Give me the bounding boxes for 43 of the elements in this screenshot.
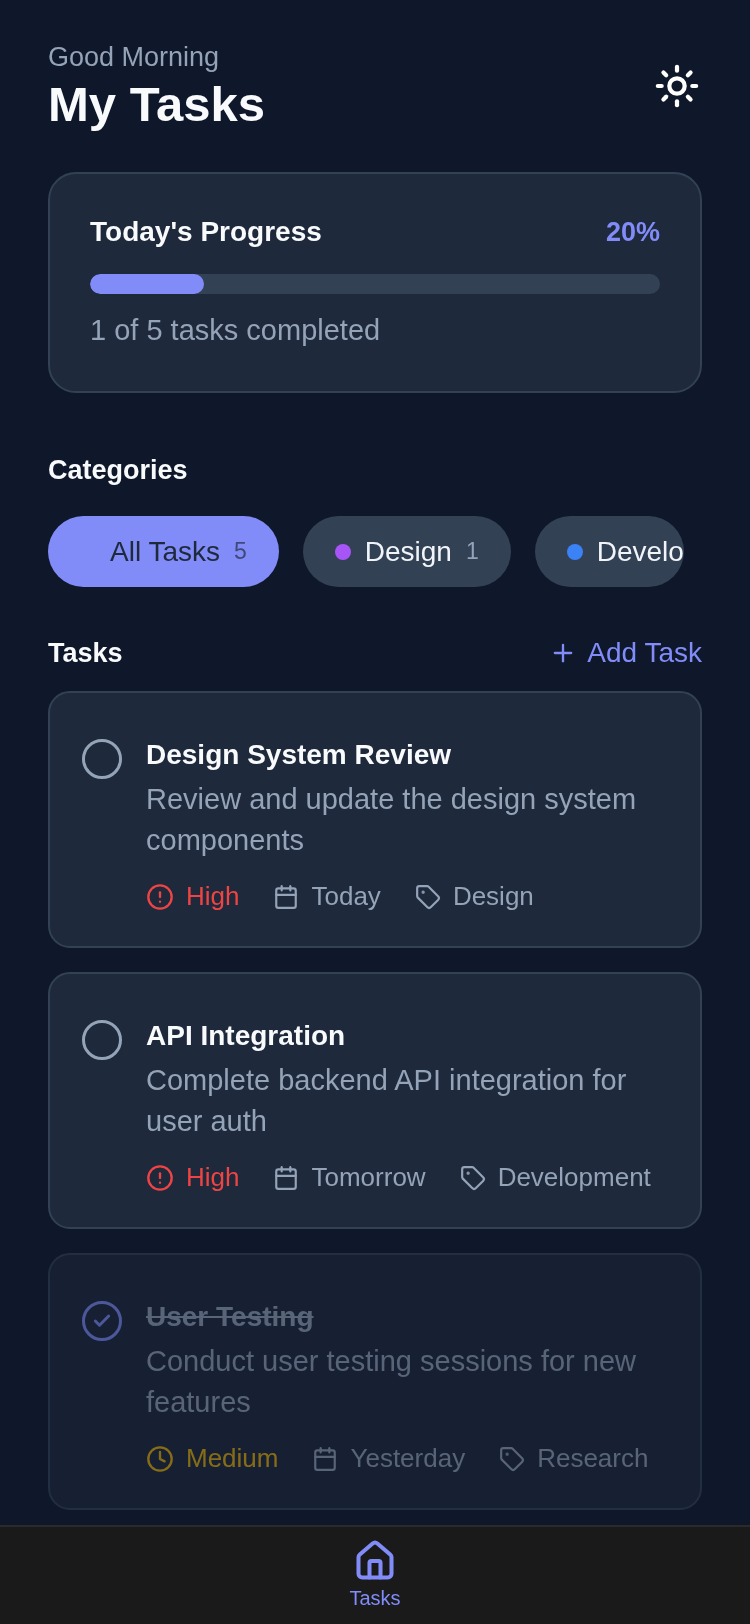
category-chip[interactable]: Design 1 — [302, 516, 511, 587]
priority-label: Medium — [186, 1443, 279, 1474]
task-card[interactable]: API Integration Complete backend API integration for user auth High Tomorrow Development — [48, 972, 702, 1229]
tag-icon — [499, 1445, 526, 1472]
section-title: Categories — [48, 455, 189, 486]
calendar-icon — [273, 1164, 300, 1191]
priority-label: High — [186, 1162, 240, 1193]
category-chip[interactable]: All Tasks 5 — [48, 516, 279, 587]
task-description: Review and update the design system components — [146, 782, 638, 858]
task-title: Design System Review — [146, 738, 453, 772]
category-chip[interactable]: Develo — [534, 516, 684, 587]
calendar-icon — [312, 1445, 339, 1472]
progress-summary: 1 of 5 tasks completed — [90, 314, 382, 347]
task-checkbox[interactable] — [82, 739, 122, 779]
task-title: User Testing — [146, 1300, 315, 1334]
theme-toggle-sun-icon[interactable] — [654, 63, 700, 109]
section-title: Tasks — [48, 637, 123, 669]
task-description: Complete backend API integration for user auth — [146, 1063, 628, 1139]
add-task-button[interactable]: Add Task — [549, 637, 702, 669]
nav-tab[interactable]: Tasks — [349, 1527, 401, 1624]
alert-icon — [146, 1163, 174, 1192]
task-checkbox[interactable] — [82, 1301, 122, 1341]
calendar-icon — [273, 883, 300, 910]
task-checkbox[interactable] — [82, 1020, 122, 1060]
category-label: Research — [537, 1443, 649, 1474]
priority-label: High — [186, 881, 240, 912]
greeting-text: Good Morning — [48, 41, 221, 74]
task-card[interactable]: Design System Review Review and update the design system components High Today Design — [48, 691, 702, 948]
page-title: My Tasks — [48, 76, 265, 132]
due-date: Yesterday — [350, 1443, 466, 1474]
category-label: Development — [497, 1162, 651, 1193]
tag-icon — [459, 1164, 486, 1191]
due-date: Tomorrow — [311, 1162, 426, 1193]
progress-percent: 20% — [605, 216, 660, 248]
home-icon — [353, 1539, 397, 1583]
progress-title: Today's Progress — [90, 216, 322, 248]
task-title: API Integration — [146, 1019, 347, 1053]
tag-icon — [414, 883, 441, 910]
task-description: Conduct user testing sessions for new features — [146, 1344, 638, 1420]
alert-icon — [146, 882, 174, 911]
clock-icon — [146, 1444, 174, 1473]
due-date: Today — [311, 881, 381, 912]
category-label: Design — [452, 881, 534, 912]
